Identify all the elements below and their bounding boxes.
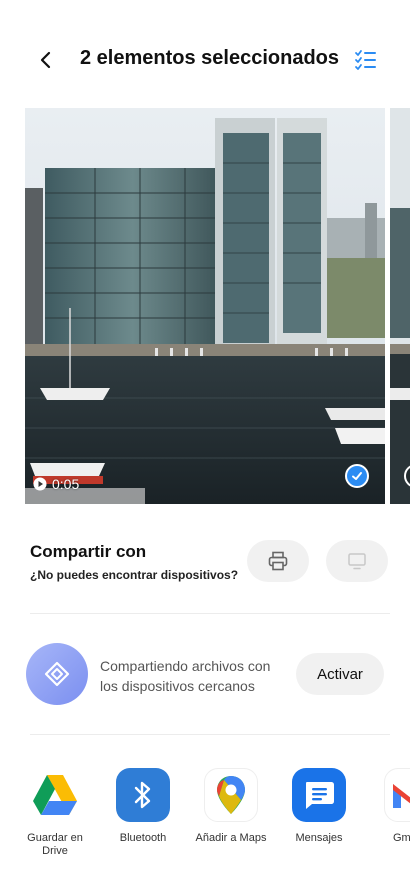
gmail-icon	[384, 768, 410, 822]
harbor-video-thumbnail	[25, 108, 385, 504]
google-drive-icon	[28, 768, 82, 822]
back-arrow-icon	[40, 51, 51, 69]
bluetooth-icon	[116, 768, 170, 822]
nearby-share-description: Compartiendo archivos con los dispositiv…	[100, 658, 271, 694]
nearby-share-icon	[26, 643, 88, 705]
app-label: Añadir a Maps	[195, 832, 267, 844]
find-devices-link[interactable]: ¿No puedes encontrar dispositivos?	[30, 568, 238, 582]
top-bar: 2 elementos seleccionados	[0, 0, 410, 110]
app-label: Guardar en Drive	[27, 832, 83, 857]
checkmark-icon	[352, 472, 362, 480]
messages-icon	[292, 768, 346, 822]
share-with-title: Compartir con	[30, 542, 147, 561]
checklist-icon	[355, 50, 376, 70]
app-gmail[interactable]: Gm	[367, 768, 410, 845]
back-button[interactable]	[32, 46, 60, 74]
google-maps-icon	[204, 768, 258, 822]
app-google-maps[interactable]: Añadir a Maps	[191, 768, 271, 845]
app-label: Mensajes	[295, 832, 343, 844]
app-google-drive[interactable]: Guardar en Drive	[15, 768, 95, 858]
cast-screen-button[interactable]	[326, 540, 388, 582]
divider	[30, 613, 390, 614]
duration-label: 0:05	[52, 476, 80, 492]
printer-icon	[268, 551, 288, 571]
app-label: Bluetooth	[119, 832, 167, 844]
harbor-photo-thumbnail	[390, 108, 410, 504]
app-label: Gm	[393, 832, 410, 844]
media-thumbnail[interactable]: 0:05	[25, 108, 385, 504]
selected-check-badge[interactable]	[345, 464, 369, 488]
media-thumbnail[interactable]	[390, 108, 410, 504]
page-title: 2 elementos seleccionados	[80, 47, 340, 69]
app-bluetooth[interactable]: Bluetooth	[103, 768, 183, 845]
nearby-diamond-icon	[44, 661, 70, 687]
divider	[30, 734, 390, 735]
monitor-icon	[348, 553, 366, 570]
select-all-button[interactable]	[352, 46, 380, 74]
play-icon	[33, 477, 47, 491]
activate-button[interactable]: Activar	[296, 653, 384, 695]
app-messages[interactable]: Mensajes	[279, 768, 359, 845]
print-button[interactable]	[247, 540, 309, 582]
selected-media-carousel[interactable]: 0:05	[0, 108, 410, 504]
video-duration: 0:05	[33, 476, 79, 492]
